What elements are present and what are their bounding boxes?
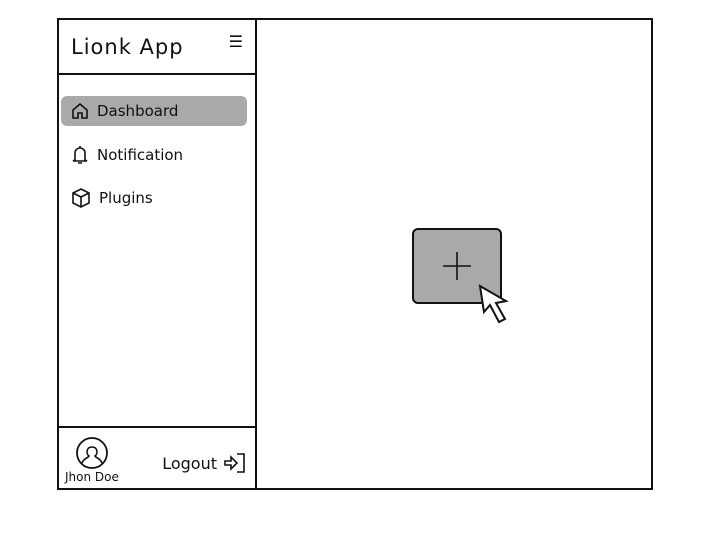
avatar [76,437,108,469]
sidebar: Lionk App ☰ Dashboard Notification Plugi… [57,18,257,490]
user-profile[interactable]: Jhon Doe [65,436,119,484]
app-title: Lionk App [71,35,184,59]
logout-button[interactable]: Logout [162,452,247,474]
sidebar-item-label: Dashboard [97,102,179,120]
logout-label: Logout [162,453,217,473]
sidebar-item-label: Notification [97,146,184,164]
cube-icon [72,188,90,208]
plus-icon [443,252,471,280]
sidebar-footer: Jhon Doe Logout [57,426,255,490]
sidebar-item-plugins[interactable]: Plugins [61,183,247,213]
user-name: Jhon Doe [65,470,119,484]
bell-icon [72,146,88,164]
sidebar-item-label: Plugins [99,189,153,207]
mouse-cursor-icon [478,284,509,324]
hamburger-icon[interactable]: ☰ [229,32,243,51]
sidebar-item-notification[interactable]: Notification [61,140,247,170]
logout-icon [224,453,245,473]
home-icon [72,102,88,119]
sidebar-item-dashboard[interactable]: Dashboard [61,96,247,126]
sidebar-header: Lionk App ☰ [57,18,255,75]
